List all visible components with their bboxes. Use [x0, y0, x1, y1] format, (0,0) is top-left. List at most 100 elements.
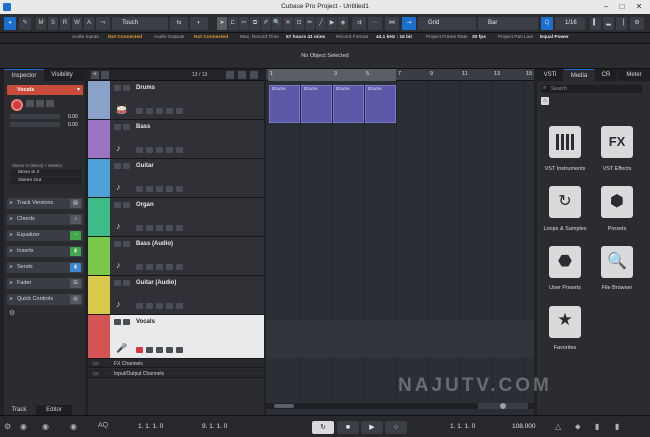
record-mode-icon[interactable]: ◐: [190, 17, 208, 30]
section-track-versions[interactable]: Track Versions ▤: [7, 198, 83, 209]
quantize-preset-select[interactable]: 1/16: [555, 17, 585, 30]
edit-button[interactable]: [176, 108, 183, 114]
transport-settings-icon[interactable]: ⚙: [4, 422, 11, 431]
constrain-delay-button[interactable]: ✎: [19, 17, 31, 30]
quantize-button[interactable]: Q: [541, 17, 553, 30]
vst-effects-tile[interactable]: FX: [601, 126, 633, 158]
track-name[interactable]: Vocals: [136, 319, 155, 325]
section-quick-controls[interactable]: Quick Controls ◎: [7, 294, 83, 305]
track-presets-icon[interactable]: [101, 71, 109, 79]
tab-editor[interactable]: Editor: [36, 405, 72, 415]
pan-value[interactable]: 0.00: [68, 122, 78, 128]
media-search-input[interactable]: ⌕ Search: [541, 85, 642, 93]
track-name[interactable]: Bass (Audio): [136, 241, 173, 247]
monitor-button[interactable]: [146, 108, 153, 114]
color-tool[interactable]: ◈: [338, 17, 348, 30]
track-color-strip[interactable]: [88, 198, 110, 236]
track-row[interactable]: ♪ Guitar (Audio): [88, 276, 264, 315]
zoom-slider-thumb[interactable]: [500, 403, 506, 409]
track-row[interactable]: ♪ Organ: [88, 198, 264, 237]
read-button[interactable]: [156, 147, 163, 153]
monitor-icon[interactable]: [26, 100, 34, 107]
section-chords[interactable]: Chords ♪: [7, 214, 83, 225]
track-name[interactable]: Drums: [136, 85, 155, 91]
track-name[interactable]: Bass: [136, 124, 150, 130]
snap-type-select[interactable]: Grid: [418, 17, 476, 30]
cycle-range[interactable]: [268, 69, 396, 81]
track-row[interactable]: ♪ Bass: [88, 120, 264, 159]
solo-button[interactable]: [123, 85, 130, 91]
presets-tile[interactable]: ⬢: [601, 186, 633, 218]
write-button[interactable]: [166, 147, 173, 153]
mute-button[interactable]: [114, 319, 121, 325]
write-button[interactable]: [166, 303, 173, 309]
monitor-button[interactable]: [146, 186, 153, 192]
read-button[interactable]: [156, 108, 163, 114]
tab-track[interactable]: Track: [4, 405, 34, 415]
vst-instruments-tile[interactable]: [549, 126, 581, 158]
zoom-tool[interactable]: 🔍: [272, 17, 282, 30]
record-enable-button[interactable]: [136, 147, 143, 153]
record-enable-button[interactable]: [136, 347, 143, 353]
read-automation-icon[interactable]: [36, 100, 44, 107]
solo-button[interactable]: [123, 163, 130, 169]
mute-button[interactable]: [114, 85, 121, 91]
record-format-value[interactable]: 44.1 kHz : 16 bit: [376, 35, 412, 40]
track-row[interactable]: 🥁 Drums: [88, 81, 264, 120]
mute-button[interactable]: [114, 124, 121, 130]
mute-button[interactable]: [114, 163, 121, 169]
left-right-locator-icon[interactable]: ⇆: [170, 17, 188, 30]
split-tool[interactable]: ✂: [239, 17, 249, 30]
project-event-display[interactable]: 1 3 5 7 9 11 13 15 Drums Drums Drums Dru…: [266, 69, 534, 415]
snap-to-zero-button[interactable]: ⋈: [385, 17, 399, 30]
cycle-button[interactable]: ↻: [312, 421, 334, 434]
volume-slider[interactable]: [10, 114, 60, 119]
frame-rate-value[interactable]: 30 fps: [472, 35, 486, 40]
global-mute-button[interactable]: M: [36, 17, 46, 30]
favorites-tile[interactable]: ★: [549, 306, 581, 338]
maximize-button[interactable]: □: [614, 0, 630, 14]
record-enable-button[interactable]: [136, 108, 143, 114]
layout-right-zone-button[interactable]: ▕: [616, 17, 627, 30]
monitor-button[interactable]: [146, 347, 153, 353]
solo-button[interactable]: [123, 280, 130, 286]
track-color-strip[interactable]: [88, 120, 110, 158]
midi-event[interactable]: Drums: [333, 85, 364, 123]
marker-icon[interactable]: ⬥: [575, 422, 581, 432]
pan-slider[interactable]: [10, 122, 60, 127]
monitor-button[interactable]: [146, 303, 153, 309]
activate-project-button[interactable]: ●: [4, 17, 16, 30]
user-presets-tile[interactable]: ⬣: [549, 246, 581, 278]
max-record-time-value[interactable]: 57 hours 41 mins: [286, 35, 325, 40]
folder-fx-channels[interactable]: ▭ FX Channels: [88, 359, 264, 368]
zoom-slider[interactable]: [478, 403, 528, 409]
section-fader[interactable]: Fader ⊟: [7, 278, 83, 289]
global-read-button[interactable]: R: [60, 17, 70, 30]
record-enable-button[interactable]: [136, 303, 143, 309]
tab-cr[interactable]: CR: [595, 69, 617, 81]
mute-tool[interactable]: ✕: [283, 17, 293, 30]
track-color-strip[interactable]: [88, 159, 110, 197]
layout-lower-zone-button[interactable]: ▂: [603, 17, 614, 30]
add-track-button[interactable]: +: [91, 71, 99, 79]
time-warp-tool[interactable]: ⊡: [294, 17, 304, 30]
inspector-settings-icon[interactable]: ⚙: [9, 309, 15, 317]
track-color-strip[interactable]: [88, 81, 110, 119]
audio-outputs-status[interactable]: Not Connected: [194, 35, 228, 40]
write-automation-icon[interactable]: [46, 100, 54, 107]
inspector-track-header[interactable]: Vocals ▾: [7, 85, 83, 95]
pre-roll-icon[interactable]: ◉: [70, 422, 77, 431]
input-routing-select[interactable]: Mono In 2: [10, 169, 82, 176]
edit-button[interactable]: [176, 186, 183, 192]
right-locator[interactable]: 9. 1. 1. 0: [202, 423, 227, 430]
write-button[interactable]: [166, 186, 173, 192]
mute-button[interactable]: [114, 241, 121, 247]
punch-icon[interactable]: ◉: [20, 422, 27, 431]
record-enable-button[interactable]: [136, 225, 143, 231]
tab-meter[interactable]: Meter: [618, 69, 650, 81]
loops-samples-tile[interactable]: ↻: [549, 186, 581, 218]
monitor-button[interactable]: [146, 147, 153, 153]
midi-event[interactable]: Drums: [301, 85, 332, 123]
input-meter-icon[interactable]: ▮: [595, 422, 599, 431]
draw-tool[interactable]: ✏: [305, 17, 315, 30]
